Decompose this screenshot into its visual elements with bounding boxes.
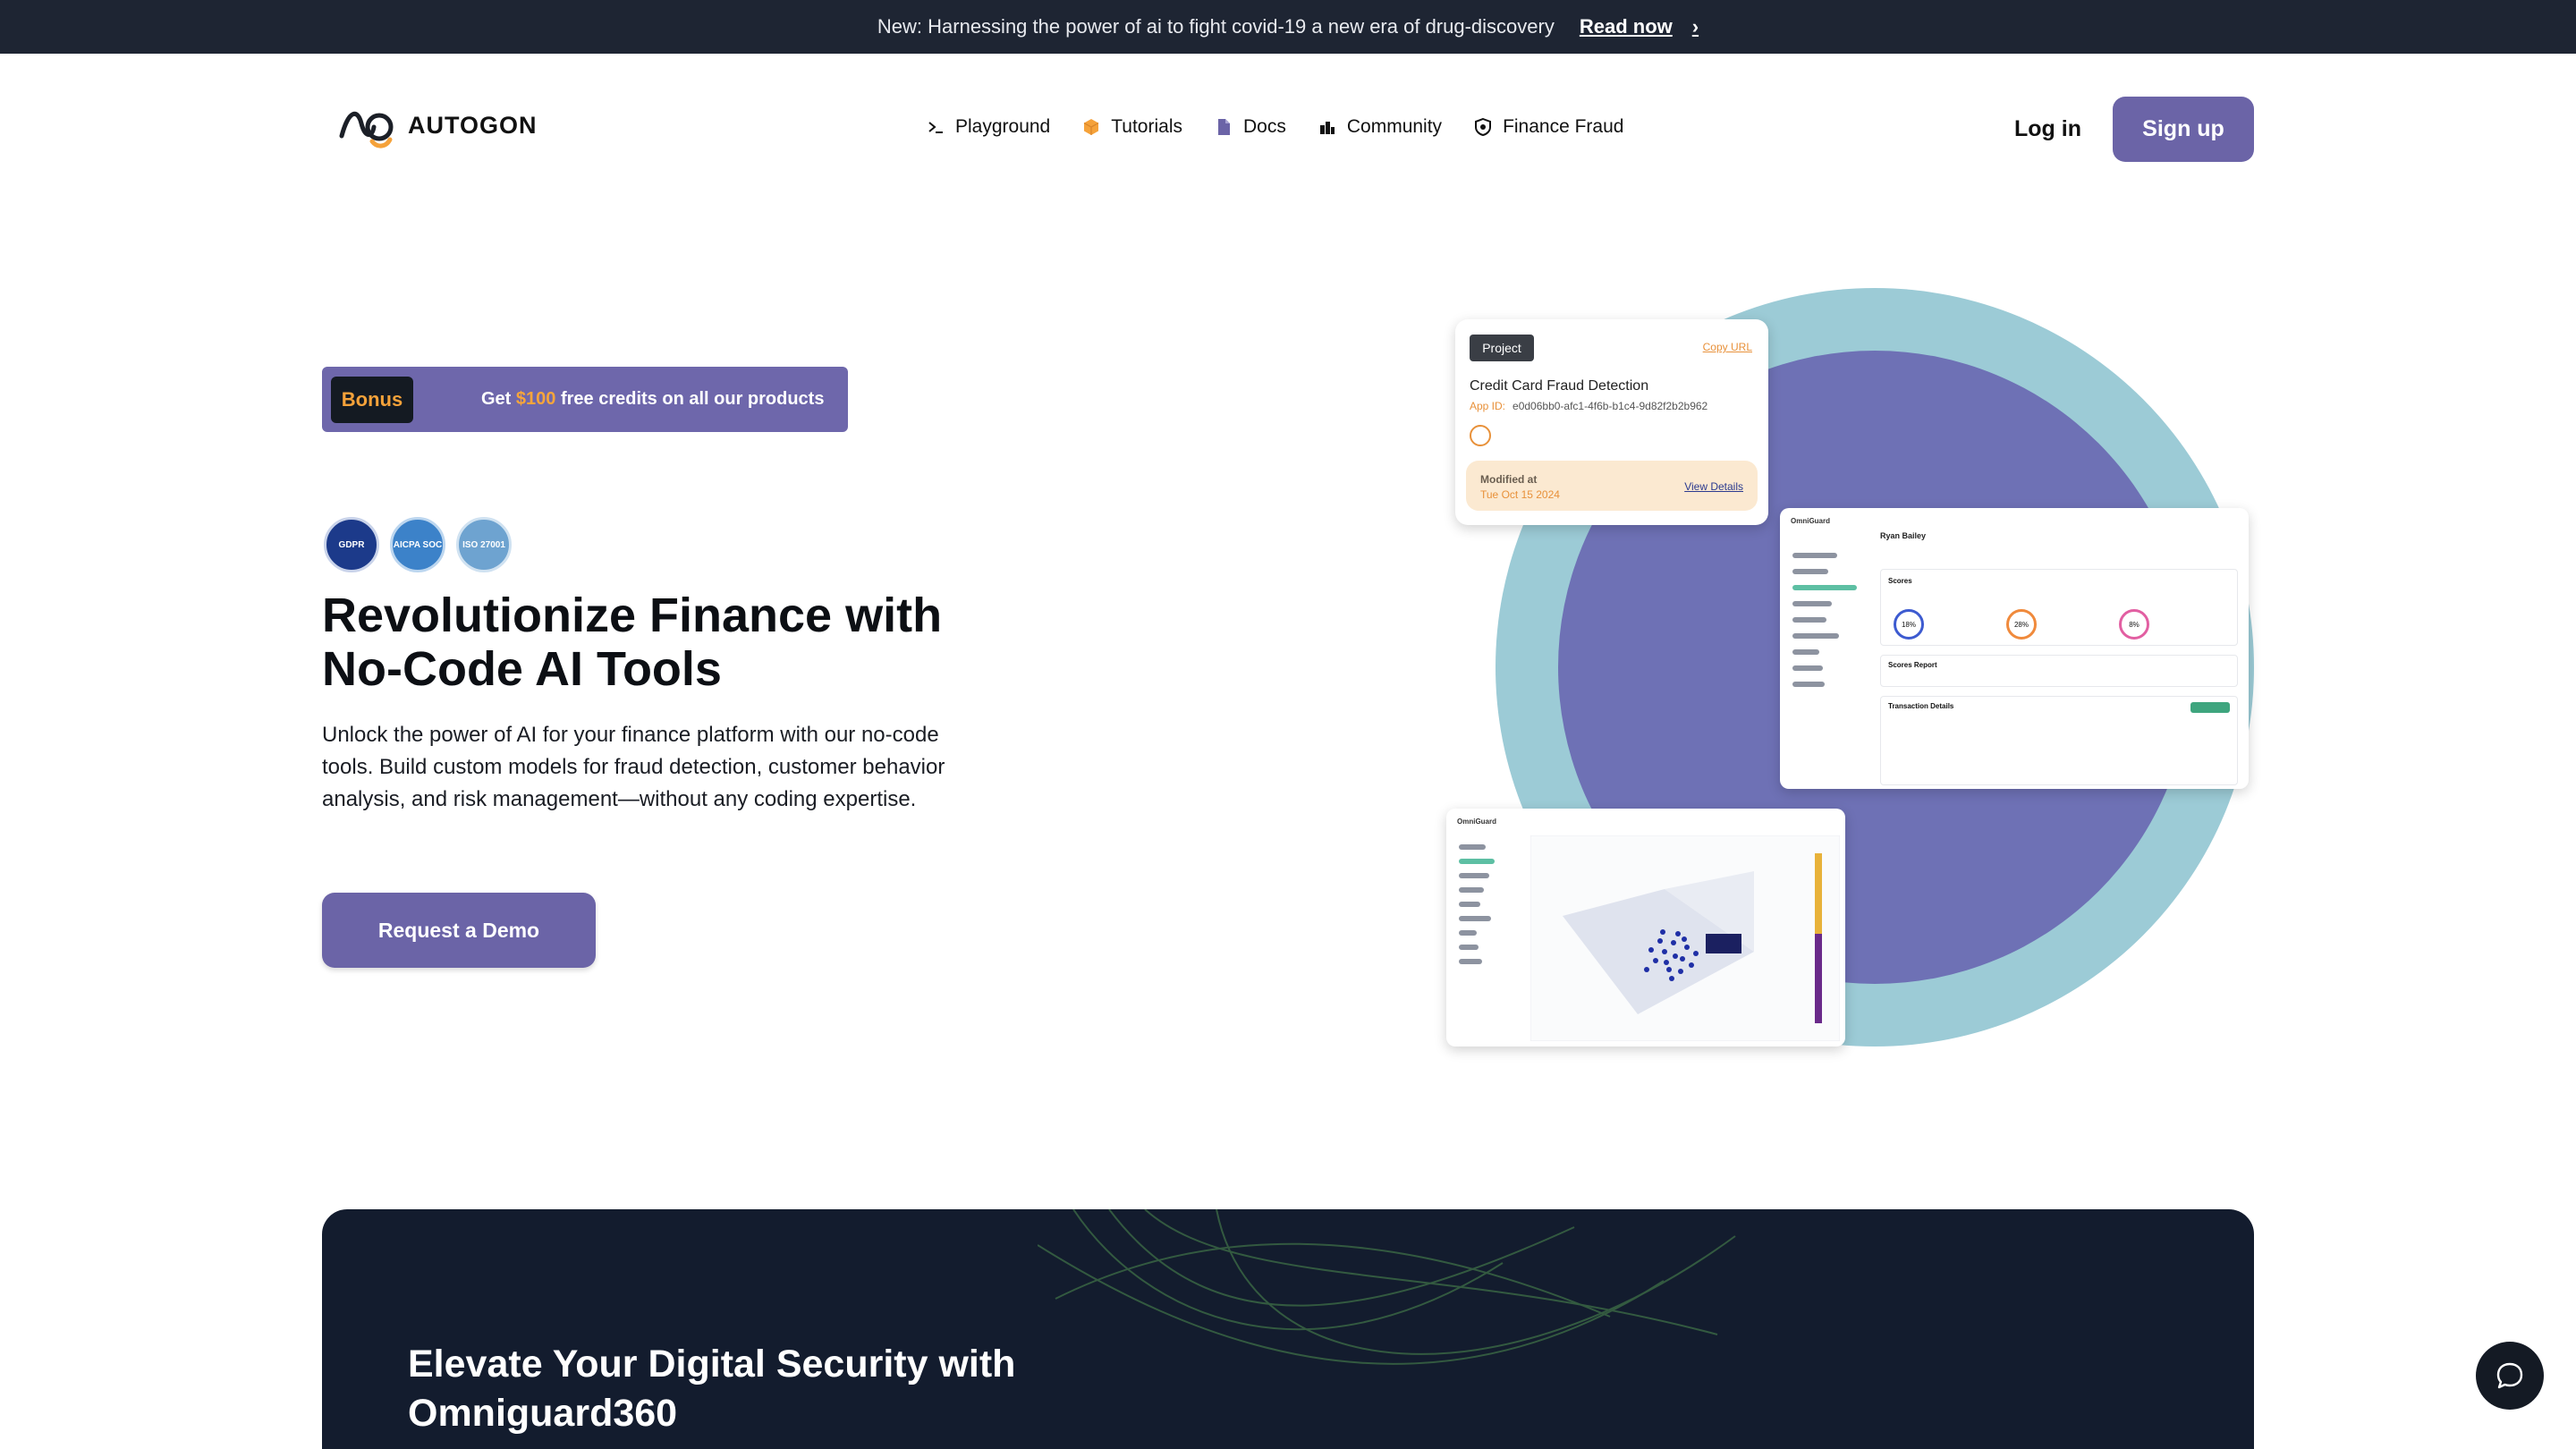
dash-side-row: [1792, 665, 1823, 671]
dash-score-ring: 28%: [2006, 609, 2037, 640]
shield-icon: [1474, 118, 1492, 136]
bonus-tag: Bonus: [331, 376, 413, 423]
dash-side-row: [1792, 569, 1828, 574]
plot-side-row: [1459, 844, 1486, 850]
chat-bubble-icon: [2496, 1362, 2523, 1389]
security-band: Elevate Your Digital Security with Omnig…: [322, 1209, 2254, 1449]
dash-side-row: [1792, 649, 1819, 655]
request-demo-button[interactable]: Request a Demo: [322, 893, 596, 968]
dash-details-button: [2190, 702, 2230, 713]
nav-item-label: Community: [1346, 116, 1443, 137]
aicpa-soc-badge: AICPA SOC: [390, 517, 445, 572]
logo-text: AUTOGON: [408, 111, 538, 139]
chevron-right-icon: ›: [1691, 15, 1699, 38]
bonus-text: Get $100 free credits on all our product…: [481, 389, 824, 410]
main-nav: AUTOGON Playground Tutorials Docs Commun…: [0, 54, 2576, 206]
dash-report-heading: Scores Report: [1888, 661, 1937, 669]
dash-score-ring: 8%: [2119, 609, 2149, 640]
bonus-banner[interactable]: Bonus Get $100 free credits on all our p…: [322, 367, 848, 432]
nav-item-docs[interactable]: Docs: [1215, 116, 1286, 138]
dashboard-screenshot: OmniGuard Ryan Bailey Scores 18% 28% 8% …: [1780, 508, 2249, 789]
plot-side-row: [1459, 859, 1495, 864]
dash-details-panel: Transaction Details: [1880, 696, 2238, 785]
plot-side-row: [1459, 916, 1491, 921]
cube-icon: [1082, 118, 1100, 136]
plot-brand: OmniGuard: [1457, 818, 1497, 826]
hero-title: Revolutionize Finance with No-Code AI To…: [322, 589, 943, 696]
project-modified: Modified at Tue Oct 15 2024 View Details: [1466, 461, 1758, 511]
dash-side-row: [1792, 682, 1825, 687]
compliance-badges: GDPR AICPA SOC ISO 27001: [324, 517, 512, 572]
read-now-label: Read now: [1579, 15, 1673, 38]
nav-menu: Playground Tutorials Docs Community Fina…: [927, 116, 1623, 138]
band-title: Elevate Your Digital Security with Omnig…: [408, 1343, 1016, 1435]
logo[interactable]: AUTOGON: [338, 100, 538, 150]
read-now-link[interactable]: Read now ›: [1580, 15, 1699, 38]
plot-side-row: [1459, 887, 1484, 893]
signup-button[interactable]: Sign up: [2113, 97, 2254, 162]
dash-side-row: [1792, 617, 1826, 623]
view-details-link[interactable]: View Details: [1684, 480, 1743, 493]
document-icon: [1215, 118, 1233, 136]
project-name: Credit Card Fraud Detection: [1470, 378, 1649, 394]
nav-item-finance-fraud[interactable]: Finance Fraud: [1474, 116, 1623, 138]
project-tag: Project: [1470, 335, 1534, 361]
dash-side-row: [1792, 585, 1857, 590]
bonus-suffix: free credits on all our products: [555, 389, 825, 409]
dash-details-heading: Transaction Details: [1888, 702, 1954, 710]
plot-side-row: [1459, 930, 1477, 936]
modified-label: Modified at: [1480, 473, 1538, 486]
nav-item-label: Docs: [1243, 116, 1286, 137]
chat-widget-button[interactable]: [2476, 1342, 2544, 1410]
project-card: Project Copy URL Credit Card Fraud Detec…: [1455, 319, 1768, 525]
app-id-value: e0d06bb0-afc1-4f6b-b1c4-9d82f2b2b962: [1513, 400, 1708, 412]
hero-description: Unlock the power of AI for your finance …: [322, 723, 945, 811]
iso-badge: ISO 27001: [456, 517, 512, 572]
plot-screenshot: OmniGuard: [1446, 809, 1845, 1046]
dash-scores-heading: Scores: [1888, 577, 1912, 585]
nav-item-label: Finance Fraud: [1503, 116, 1624, 137]
project-status-icon: [1470, 425, 1491, 446]
nav-item-label: Playground: [955, 116, 1051, 137]
network-lines-decoration: [1038, 1209, 1736, 1365]
dash-side-row: [1792, 553, 1837, 558]
login-button[interactable]: Log in: [2014, 116, 2081, 142]
plot-side-row: [1459, 873, 1489, 878]
dash-side-row: [1792, 633, 1839, 639]
plot-side-row: [1459, 945, 1479, 950]
dash-score-ring: 18%: [1894, 609, 1924, 640]
nav-item-tutorials[interactable]: Tutorials: [1082, 116, 1182, 138]
nav-item-playground[interactable]: Playground: [927, 116, 1050, 138]
autogon-logo-icon: [339, 111, 394, 148]
plot-side-row: [1459, 959, 1482, 964]
project-app-id: App ID: e0d06bb0-afc1-4f6b-b1c4-9d82f2b2b…: [1470, 400, 1707, 412]
gdpr-badge: GDPR: [324, 517, 379, 572]
terminal-icon: [927, 118, 945, 136]
dash-scores-panel: Scores 18% 28% 8%: [1880, 569, 2238, 646]
scatter-3d-plot: [1530, 835, 1840, 1041]
announcement-text: New: Harnessing the power of ai to fight…: [877, 15, 1555, 38]
dash-side-row: [1792, 601, 1832, 606]
bonus-prefix: Get: [481, 389, 516, 409]
dash-user: Ryan Bailey: [1880, 531, 1927, 540]
dash-brand: OmniGuard: [1791, 517, 1831, 525]
announcement-bar: New: Harnessing the power of ai to fight…: [0, 0, 2576, 54]
modified-date: Tue Oct 15 2024: [1480, 488, 1560, 501]
nav-item-community[interactable]: Community: [1318, 116, 1442, 138]
community-icon: [1318, 118, 1336, 136]
app-id-label: App ID:: [1470, 400, 1506, 412]
dash-report-panel: Scores Report: [1880, 655, 2238, 687]
plot-side-row: [1459, 902, 1480, 907]
nav-item-label: Tutorials: [1111, 116, 1182, 137]
copy-url-link[interactable]: Copy URL: [1703, 341, 1752, 353]
bonus-amount: $100: [515, 389, 556, 409]
